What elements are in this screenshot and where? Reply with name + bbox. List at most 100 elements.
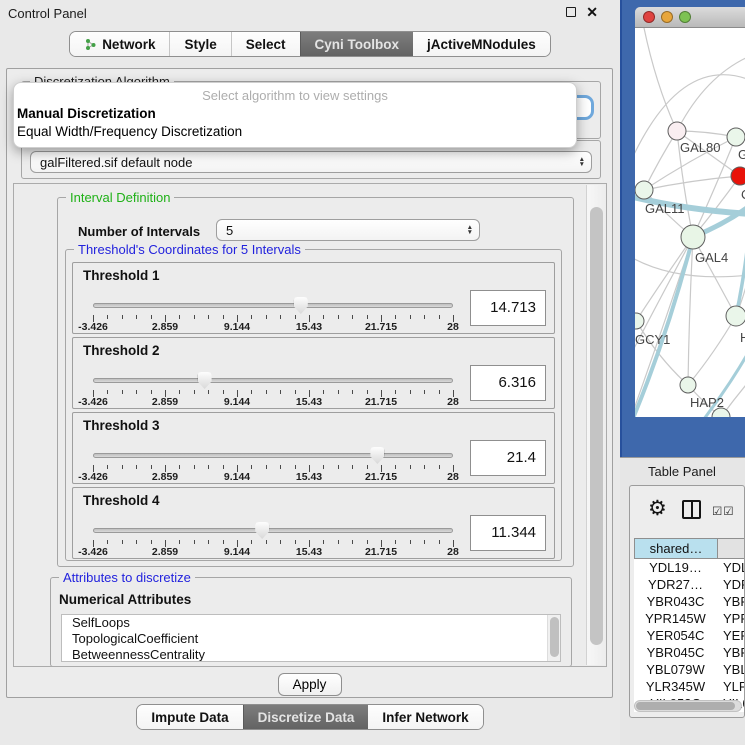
slider-track[interactable] [93,378,453,383]
network-node-GCY1[interactable] [635,313,644,329]
tab-impute-data[interactable]: Impute Data [137,705,242,729]
table-row[interactable]: YBL079WYBL079W [634,661,745,678]
tab-style[interactable]: Style [169,32,230,56]
network-node-label: C [741,187,745,202]
table-cell-shared-name[interactable]: YDL19… [634,559,717,576]
network-edge[interactable] [644,176,740,190]
network-edge[interactable] [635,256,745,277]
threshold-value-field[interactable]: 14.713 [470,290,546,326]
slider-thumb[interactable] [370,447,384,464]
algorithm-option-manual[interactable]: Manual Discretization [17,106,156,121]
threshold-value-field[interactable]: 21.4 [470,440,546,476]
close-traffic-light[interactable] [643,11,655,23]
table-cell-shared-name[interactable]: YBL079W [634,661,717,678]
slider-thumb[interactable] [198,372,212,389]
number-of-intervals-combobox[interactable]: 5 ▲▼ [216,219,480,241]
threshold-value-field[interactable]: 11.344 [470,515,546,551]
threshold-label: Threshold 2 [83,343,160,358]
tab-infer-network[interactable]: Infer Network [368,705,482,729]
tick-label: -3.426 [78,546,108,558]
network-edge[interactable] [688,316,736,385]
column-header-name[interactable]: name [718,539,745,558]
table-cell-name[interactable]: YBR045C [717,644,745,661]
table-cell-name[interactable]: YPR145W [717,610,745,627]
tab-discretize-data[interactable]: Discretize Data [243,705,369,729]
tab-jactivemnodules[interactable]: jActiveMNodules [413,32,550,56]
algorithm-option-equal-width[interactable]: Equal Width/Frequency Discretization [17,124,242,139]
table-horizontal-scrollbar[interactable] [634,700,742,712]
interval-definition-section: Interval Definition Number of Intervals … [57,197,574,567]
select-columns-icon[interactable]: ☑☑ [712,504,735,518]
table-cell-shared-name[interactable]: YER054C [634,627,717,644]
table-cell-shared-name[interactable]: YBR045C [634,644,717,661]
network-node-GAL11[interactable] [635,181,653,199]
network-node-H[interactable] [726,306,745,326]
table-row[interactable]: YDR27…YDR27… [634,576,745,593]
table-cell-name[interactable]: YBL079W [717,661,745,678]
attribute-list-item[interactable]: TopologicalCoefficient [62,631,560,647]
attribute-list-item[interactable]: BetweennessCentrality [62,647,560,662]
network-edge[interactable] [677,56,745,131]
scrollbar-thumb[interactable] [636,702,735,710]
close-icon[interactable]: ✕ [586,6,598,18]
float-window-icon[interactable] [566,7,576,17]
network-node-C[interactable] [731,167,745,185]
attr-items: SelfLoopsTopologicalCoefficientBetweenne… [62,615,560,662]
table-cell-shared-name[interactable]: YPR145W [634,610,717,627]
table-row[interactable]: YDL19…YDL19… [634,559,745,576]
slider-thumb[interactable] [294,297,308,314]
network-node-HAP2[interactable] [680,377,696,393]
table-header-row: shared… name [634,538,745,559]
tab-select[interactable]: Select [231,32,300,56]
column-header-shared-name[interactable]: shared… [635,539,718,558]
attributes-scrollbar[interactable] [547,615,560,661]
table-cell-name[interactable]: YBR043C [717,593,745,610]
network-node-GA[interactable] [727,128,745,146]
gear-icon[interactable]: ⚙ [648,496,667,521]
apply-button[interactable]: Apply [278,673,342,696]
attributes-section: Attributes to discretize Numerical Attri… [50,577,572,667]
number-of-intervals-label: Number of Intervals [78,224,200,239]
network-node-GAL80[interactable] [668,122,686,140]
attribute-list-item[interactable]: SelfLoops [62,615,560,631]
tab-network[interactable]: Network [70,32,169,56]
network-canvas[interactable]: GAL80GACGAL11GAL4GCY1HHAP2 [635,28,745,417]
table-cell-shared-name[interactable]: YLR345W [634,678,717,695]
table-data-combobox[interactable]: galFiltered.sif default node ▲▼ [30,151,592,173]
slider-track[interactable] [93,303,453,308]
minimize-traffic-light[interactable] [661,11,673,23]
panel-vertical-scrollbar[interactable] [586,185,605,665]
slider-track[interactable] [93,453,453,458]
table-cell-name[interactable]: YDR27… [717,576,745,593]
table-row[interactable]: YBR045CYBR045C [634,644,745,661]
table-cell-shared-name[interactable]: YBR043C [634,593,717,610]
table-row[interactable]: YLR345WYLR345W [634,678,745,695]
network-edge[interactable] [636,237,693,321]
threshold-slider[interactable] [93,447,453,465]
threshold-slider[interactable] [93,372,453,390]
slider-track[interactable] [93,528,453,533]
network-node-GAL4[interactable] [681,225,705,249]
slider-thumb[interactable] [255,522,269,539]
table-row[interactable]: YPR145WYPR145W [634,610,745,627]
tick-label: 9.144 [224,546,250,558]
tab-cyni-toolbox[interactable]: Cyni Toolbox [300,32,414,56]
table-row[interactable]: YBR043CYBR043C [634,593,745,610]
network-node-label: GAL80 [680,140,720,155]
table-cell-name[interactable]: YLR345W [717,678,745,695]
network-edge[interactable] [644,131,677,190]
threshold-value-field[interactable]: 6.316 [470,365,546,401]
tick-label: 21.715 [365,321,397,333]
threshold-slider[interactable] [93,522,453,540]
zoom-traffic-light[interactable] [679,11,691,23]
threshold-slider[interactable] [93,297,453,315]
table-cell-name[interactable]: YDL19… [717,559,745,576]
network-edge[interactable] [643,28,677,131]
table-cell-name[interactable]: YER054C [717,627,745,644]
table-panel-body: ⚙ ☑☑ shared… name YDL19…YDL19…YDR27…YDR2… [629,485,745,718]
scrollbar-thumb[interactable] [590,207,603,645]
table-row[interactable]: YER054CYER054C [634,627,745,644]
table-cell-shared-name[interactable]: YDR27… [634,576,717,593]
numerical-attributes-list: SelfLoopsTopologicalCoefficientBetweenne… [61,614,561,662]
column-layout-icon[interactable] [682,500,701,519]
